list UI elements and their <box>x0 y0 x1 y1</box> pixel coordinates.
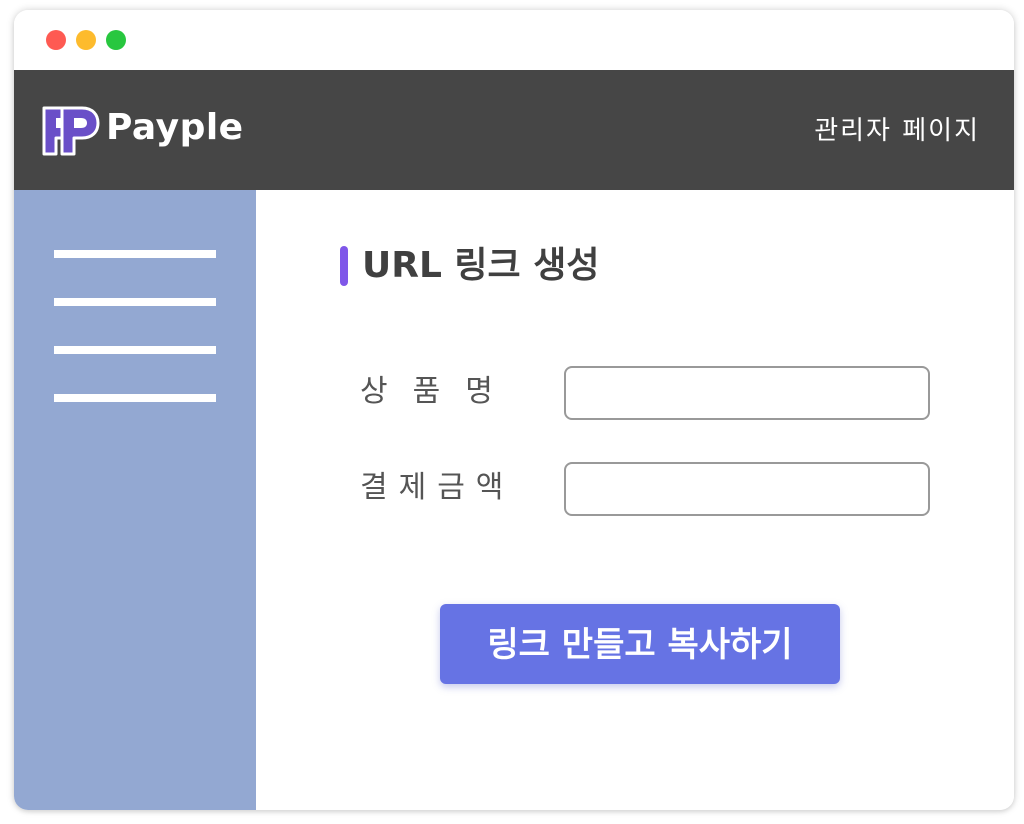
close-window-button[interactable] <box>46 30 66 50</box>
window-titlebar <box>14 10 1014 70</box>
page-title: URL 링크 생성 <box>362 245 600 286</box>
sidebar-menu-item-1[interactable] <box>54 250 216 258</box>
payment-amount-input[interactable] <box>564 462 930 516</box>
main-content: URL 링크 생성 상품명 결제금액 링크 만들고 복사하기 <box>256 190 1014 810</box>
sidebar <box>14 190 256 810</box>
product-name-input[interactable] <box>564 366 930 420</box>
product-name-label: 상품명 <box>360 374 518 409</box>
minimize-window-button[interactable] <box>76 30 96 50</box>
sidebar-menu-item-4[interactable] <box>54 394 216 402</box>
top-header: Payple 관리자 페이지 <box>14 70 1014 190</box>
sidebar-menu-item-3[interactable] <box>54 346 216 354</box>
brand-name: Payple <box>106 107 244 148</box>
payple-logo-icon <box>42 106 100 156</box>
maximize-window-button[interactable] <box>106 30 126 50</box>
payment-amount-label: 결제금액 <box>360 470 515 505</box>
app-window: Payple 관리자 페이지 URL 링크 생성 상품명 결제금액 링크 만들고… <box>14 10 1014 810</box>
sidebar-menu-item-2[interactable] <box>54 298 216 306</box>
admin-page-link[interactable]: 관리자 페이지 <box>814 113 980 149</box>
create-and-copy-link-button[interactable]: 링크 만들고 복사하기 <box>440 604 840 684</box>
title-accent-bar <box>340 246 348 286</box>
